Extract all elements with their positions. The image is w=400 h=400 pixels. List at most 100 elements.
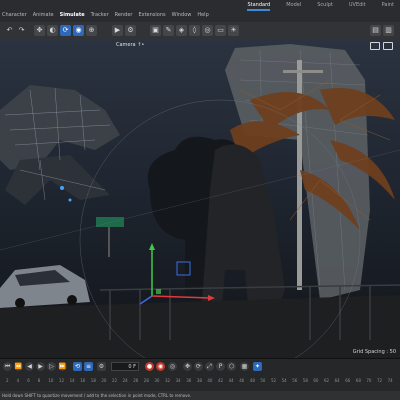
timeline-tick: 56	[292, 378, 298, 383]
timeline-mode-icon[interactable]: ≡	[84, 362, 93, 371]
sign-post	[108, 227, 110, 257]
camera-icon[interactable]: ▭	[215, 25, 226, 36]
live-selection-icon[interactable]: ◉	[73, 25, 84, 36]
camera-label[interactable]: Camera ↑•	[116, 42, 144, 49]
render-settings-icon[interactable]: ⚙	[125, 25, 136, 36]
timeline-tick: 8	[37, 378, 41, 383]
previous-key-icon[interactable]: ⏪	[14, 362, 23, 371]
deformer-icon[interactable]: ◊	[189, 25, 200, 36]
timeline-tick: 32	[165, 378, 171, 383]
redo-icon[interactable]: ↷	[16, 25, 27, 36]
tool-bar: ↶ ↷ ✥ ◐ ⟳ ◉ ⊕ ▶ ⚙ ▣ ✎ ◈ ◊ ◎ ▭ ☀ ▤ ▥	[0, 22, 400, 41]
menu-item-animate[interactable]: Animate	[33, 10, 54, 20]
menu-item-character[interactable]: Character	[2, 10, 27, 20]
loop-toggle-icon[interactable]: ⟲	[73, 362, 82, 371]
tab-paint[interactable]: Paint	[382, 0, 394, 11]
next-frame-icon[interactable]: ▷	[47, 362, 56, 371]
record-icon[interactable]: ●	[145, 362, 154, 371]
timeline-settings-icon[interactable]: ⚙	[97, 362, 106, 371]
menu-item-simulate[interactable]: Simulate	[60, 10, 85, 20]
timeline-tick: 34	[175, 378, 181, 383]
timeline-tick: 46	[239, 378, 245, 383]
main-menu: Character Animate Simulate Tracker Rende…	[0, 10, 209, 20]
scale-tool-icon[interactable]: ◐	[47, 25, 58, 36]
timeline-tick: 66	[345, 378, 351, 383]
layout-tabs: Standard Model Sculpt UVEdit Paint	[247, 0, 400, 11]
render-view-icon[interactable]: ▶	[112, 25, 123, 36]
coordinate-system-icon[interactable]: ⊕	[86, 25, 97, 36]
layout-icon-1[interactable]: ▤	[370, 25, 381, 36]
grid-spacing-label: Grid Spacing : 50	[352, 349, 396, 355]
previous-frame-icon[interactable]: ◀	[25, 362, 34, 371]
tab-model[interactable]: Model	[286, 0, 301, 11]
menu-bar: Character Animate Simulate Tracker Rende…	[0, 0, 400, 22]
timeline-tick: 64	[334, 378, 340, 383]
field-icon[interactable]: ◎	[202, 25, 213, 36]
motion-system-icon[interactable]: ▦	[240, 362, 249, 371]
timeline-tick: 54	[281, 378, 287, 383]
viewport-maximize-icon[interactable]	[383, 42, 393, 50]
timeline-ruler[interactable]: 2 4 6 8 10 12 14 16 18 20 22 24 26 28 30 32 34 36 38 40 42 44…	[0, 376, 400, 388]
timeline-tick: 16	[80, 378, 86, 383]
timeline-tick: 62	[324, 378, 330, 383]
timeline-tick: 12	[59, 378, 65, 383]
move-tool-icon[interactable]: ✥	[34, 25, 45, 36]
status-bar: Hold down SHIFT to quantize movement / a…	[0, 391, 400, 400]
timeline-tick: 14	[69, 378, 75, 383]
timeline-tick: 26	[133, 378, 139, 383]
next-key-icon[interactable]: ⏩	[58, 362, 67, 371]
timeline-tick: 52	[271, 378, 277, 383]
spline-pen-icon[interactable]: ✎	[163, 25, 174, 36]
timeline-tick: 60	[313, 378, 319, 383]
cube-icon[interactable]: ▣	[150, 25, 161, 36]
timeline-tick: 42	[218, 378, 224, 383]
menu-item-tracker[interactable]: Tracker	[91, 10, 109, 20]
timeline-tick: 74	[387, 378, 393, 383]
mech-model	[0, 85, 120, 205]
undo-icon[interactable]: ↶	[4, 25, 15, 36]
tab-sculpt[interactable]: Sculpt	[317, 0, 333, 11]
viewport-layout-icon[interactable]	[370, 42, 380, 50]
pole-crossbar	[283, 70, 323, 73]
timeline-tick: 72	[377, 378, 383, 383]
timeline-tick: 4	[16, 378, 20, 383]
key-position-icon[interactable]: ✥	[183, 362, 192, 371]
timeline-tick: 40	[207, 378, 213, 383]
tab-uvedit[interactable]: UVEdit	[349, 0, 366, 11]
key-parameter-icon[interactable]: P	[216, 362, 225, 371]
timeline-tick: 50	[260, 378, 266, 383]
menu-item-render[interactable]: Render	[115, 10, 133, 20]
timeline-tick: 44	[228, 378, 234, 383]
street-sign	[96, 217, 124, 227]
light-icon[interactable]: ☀	[228, 25, 239, 36]
key-pla-icon[interactable]: ⬡	[227, 362, 236, 371]
timeline-tick: 38	[196, 378, 202, 383]
timeline: ⏮ ⏪ ◀ ▶ ▷ ⏩ ⟲ ≡ ⚙ 0 F ● ◉ ◎ ✥ ⟳ ⤢ P ⬡ ▦ …	[0, 358, 400, 391]
timeline-tick: 36	[186, 378, 192, 383]
tab-standard[interactable]: Standard	[247, 0, 271, 11]
timeline-tick: 2	[6, 378, 9, 383]
timeline-tick: 68	[355, 378, 361, 383]
layout-icon-2[interactable]: ▥	[383, 25, 394, 36]
autokey-icon[interactable]: ◉	[156, 362, 165, 371]
timeline-tick: 20	[101, 378, 107, 383]
rotate-tool-icon[interactable]: ⟳	[60, 25, 71, 36]
key-rotation-icon[interactable]: ⟳	[194, 362, 203, 371]
viewport-scene	[0, 44, 400, 358]
current-frame-field[interactable]: 0 F	[111, 362, 139, 371]
timeline-tick: 10	[48, 378, 54, 383]
key-scale-icon[interactable]: ⤢	[205, 362, 214, 371]
menu-item-extensions[interactable]: Extensions	[138, 10, 165, 20]
play-icon[interactable]: ▶	[36, 362, 45, 371]
timeline-tick: 30	[154, 378, 160, 383]
menu-item-help[interactable]: Help	[197, 10, 208, 20]
timeline-tick: 28	[143, 378, 149, 383]
timeline-tick: 24	[122, 378, 128, 383]
viewport[interactable]: Camera ↑• Grid Spacing : 50	[0, 40, 400, 358]
timeline-tick: 70	[366, 378, 372, 383]
go-to-start-icon[interactable]: ⏮	[3, 362, 12, 371]
menu-item-window[interactable]: Window	[172, 10, 192, 20]
keyframe-selection-icon[interactable]: ◎	[168, 362, 177, 371]
interpolation-icon[interactable]: ✦	[253, 362, 262, 371]
generator-icon[interactable]: ◈	[176, 25, 187, 36]
